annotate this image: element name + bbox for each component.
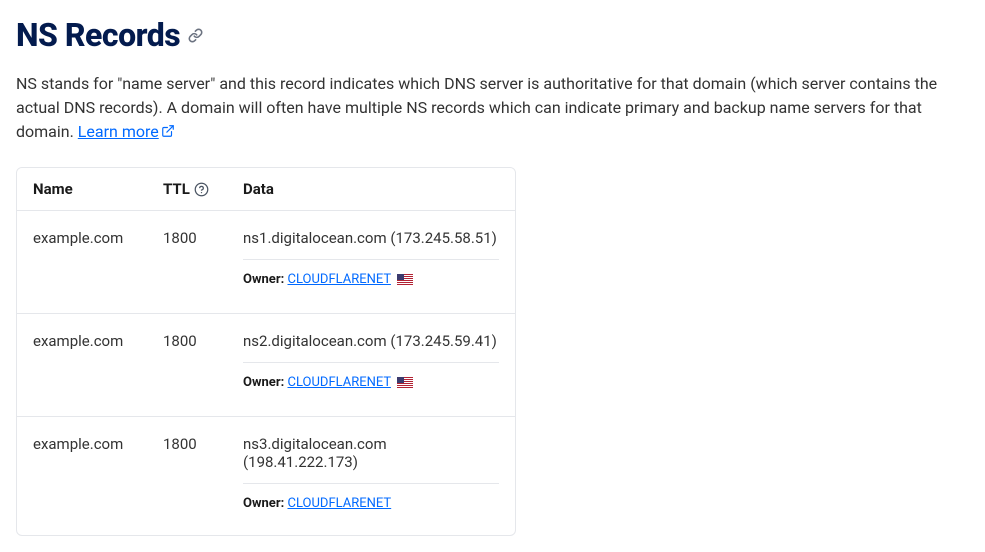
question-circle-icon[interactable] (194, 182, 209, 197)
ns-records-table: Name TTL Data example.com 1800 (16, 167, 516, 536)
owner-link[interactable]: CLOUDFLARENET (287, 375, 390, 390)
ns-data-value: ns3.digitalocean.com (198.41.222.173) (243, 435, 499, 484)
us-flag-icon (397, 377, 413, 392)
cell-name: example.com (17, 417, 147, 535)
column-header-name: Name (17, 168, 147, 211)
learn-more-link[interactable]: Learn more (78, 122, 159, 141)
table-row: example.com 1800 ns1.digitalocean.com (1… (17, 211, 515, 314)
owner-label: Owner: (243, 496, 284, 511)
permalink-icon[interactable] (188, 28, 203, 43)
column-header-data: Data (227, 168, 515, 211)
page-title: NS Records (16, 16, 180, 54)
cell-data: ns3.digitalocean.com (198.41.222.173) Ow… (227, 417, 515, 535)
cell-name: example.com (17, 211, 147, 314)
description-text: NS stands for "name server" and this rec… (16, 72, 969, 145)
cell-data: ns1.digitalocean.com (173.245.58.51) Own… (227, 211, 515, 314)
owner-link[interactable]: CLOUDFLARENET (287, 496, 391, 511)
ns-data-value: ns1.digitalocean.com (173.245.58.51) (243, 229, 499, 260)
column-header-ttl: TTL (147, 168, 227, 211)
us-flag-icon (397, 274, 413, 289)
owner-link[interactable]: CLOUDFLARENET (287, 272, 390, 287)
table-row: example.com 1800 ns2.digitalocean.com (1… (17, 314, 515, 417)
cell-ttl: 1800 (147, 211, 227, 314)
cell-data: ns2.digitalocean.com (173.245.59.41) Own… (227, 314, 515, 417)
cell-name: example.com (17, 314, 147, 417)
owner-label: Owner: (243, 375, 284, 390)
cell-ttl: 1800 (147, 314, 227, 417)
ns-data-value: ns2.digitalocean.com (173.245.59.41) (243, 332, 499, 363)
cell-ttl: 1800 (147, 417, 227, 535)
table-row: example.com 1800 ns3.digitalocean.com (1… (17, 417, 515, 535)
owner-label: Owner: (243, 272, 284, 287)
external-link-icon (161, 121, 175, 145)
